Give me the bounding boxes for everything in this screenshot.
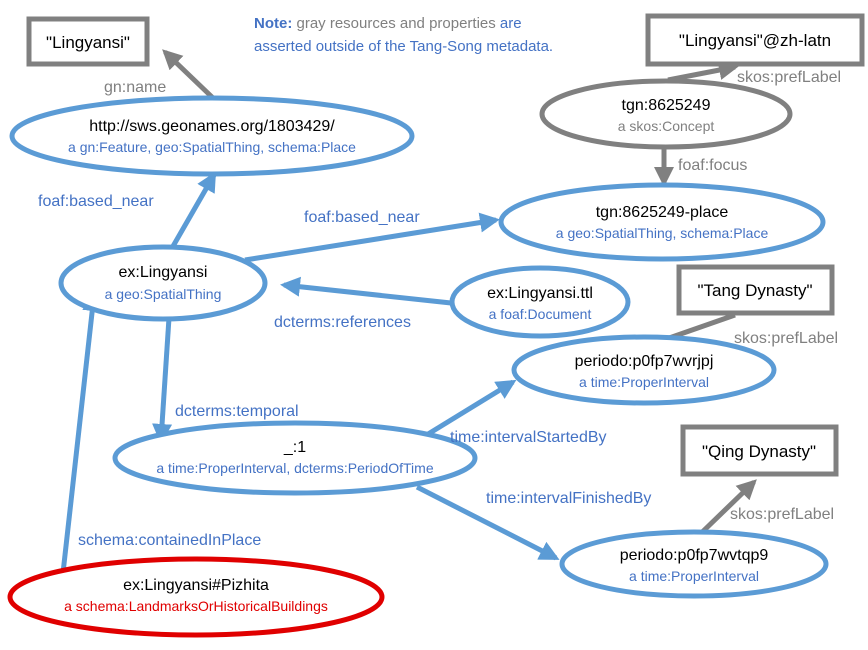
label-temporal: dcterms:temporal [175,403,299,420]
label-based-near-tgn: foaf:based_near [304,209,420,226]
label-contained-in-place: schema:containedInPlace [78,532,261,549]
note-gray-phrase: gray resources and properties [292,15,495,32]
label-references: dcterms:references [274,314,411,331]
label-started-by: time:intervalStartedBy [450,429,607,446]
node-lingyansi-label: ex:Lingyansi [119,264,208,281]
label-based-near-geonames: foaf:based_near [38,193,154,210]
node-qing-label: periodo:p0fp7wvtqp9 [620,547,769,564]
node-tgn-place-label: tgn:8625249-place [596,204,729,221]
edge-based-near-geonames [169,171,217,250]
node-tgn-place-type: a geo:SpatialThing, schema:Place [556,225,769,241]
edge-temporal [152,317,173,444]
node-geonames: http://sws.geonames.org/1803429/ a gn:Fe… [9,95,415,177]
node-qing-type: a time:ProperInterval [629,568,759,584]
label-foaf-focus: foaf:focus [678,157,747,174]
note-line-2: asserted outside of the Tang-Song metada… [254,38,553,55]
node-lingyansi-type: a geo:SpatialThing [105,286,222,302]
node-qing-period: periodo:p0fp7wvtqp9 a time:ProperInterva… [559,529,829,599]
label-gn-name: gn:name [104,79,166,96]
node-tgn-label: tgn:8625249 [622,97,711,114]
edge-references [280,276,452,306]
node-geonames-type: a gn:Feature, geo:SpatialThing, schema:P… [68,139,356,155]
node-blank-type: a time:ProperInterval, dcterms:PeriodOfT… [156,460,433,476]
label-skos-preflabel-tang: skos:prefLabel [734,330,838,347]
node-blank-interval: _:1 a time:ProperInterval, dcterms:Perio… [112,420,478,496]
note-line-1: Note: gray resources and properties are [254,15,522,32]
label-skos-preflabel-qing: skos:prefLabel [730,506,834,523]
node-blank-label: _:1 [283,439,306,456]
edge-skos-preflabel-zh [667,60,739,83]
node-ttl-label: ex:Lingyansi.ttl [487,285,593,302]
label-skos-preflabel-zh: skos:prefLabel [737,69,841,86]
rdf-diagram: "Lingyansi" "Lingyansi"@zh-latn "Tang Dy… [0,0,868,650]
edge-gn-name [162,49,215,100]
note-bold: Note: [254,15,292,32]
node-lingyansi: ex:Lingyansi a geo:SpatialThing [58,244,268,322]
literal-qing-text: "Qing Dynasty" [702,442,816,461]
label-finished-by: time:intervalFinishedBy [486,490,651,507]
node-lingyansi-ttl: ex:Lingyansi.ttl a foaf:Document [449,265,631,339]
literal-tang-dynasty: "Tang Dynasty" [676,264,835,316]
node-tang-type: a time:ProperInterval [579,374,709,390]
node-pizhita: ex:Lingyansi#Pizhita a schema:LandmarksO… [7,556,385,638]
node-pizhita-type: a schema:LandmarksOrHistoricalBuildings [64,598,328,614]
literal-tang-text: "Tang Dynasty" [697,281,812,300]
node-pizhita-label: ex:Lingyansi#Pizhita [123,577,269,594]
node-tang-label: periodo:p0fp7wvrjpj [575,353,714,370]
literal-lingyansi-text: "Lingyansi" [46,33,130,52]
edge-based-near-tgn [244,212,500,263]
literal-lingyansi-zh-text: "Lingyansi"@zh-latn [679,31,831,50]
node-ttl-type: a foaf:Document [489,306,592,322]
literal-qing-dynasty: "Qing Dynasty" [680,424,839,477]
note: Note: gray resources and properties are … [254,15,553,55]
node-tgn: tgn:8625249 a skos:Concept [539,78,793,150]
diagram-svg: "Lingyansi" "Lingyansi"@zh-latn "Tang Dy… [7,13,865,638]
note-are: are [496,15,522,32]
node-tgn-place: tgn:8625249-place a geo:SpatialThing, sc… [498,182,826,262]
node-geonames-label: http://sws.geonames.org/1803429/ [89,118,335,135]
literal-lingyansi-zh: "Lingyansi"@zh-latn [645,13,865,67]
literal-lingyansi: "Lingyansi" [26,16,150,67]
node-tgn-type: a skos:Concept [618,118,715,134]
